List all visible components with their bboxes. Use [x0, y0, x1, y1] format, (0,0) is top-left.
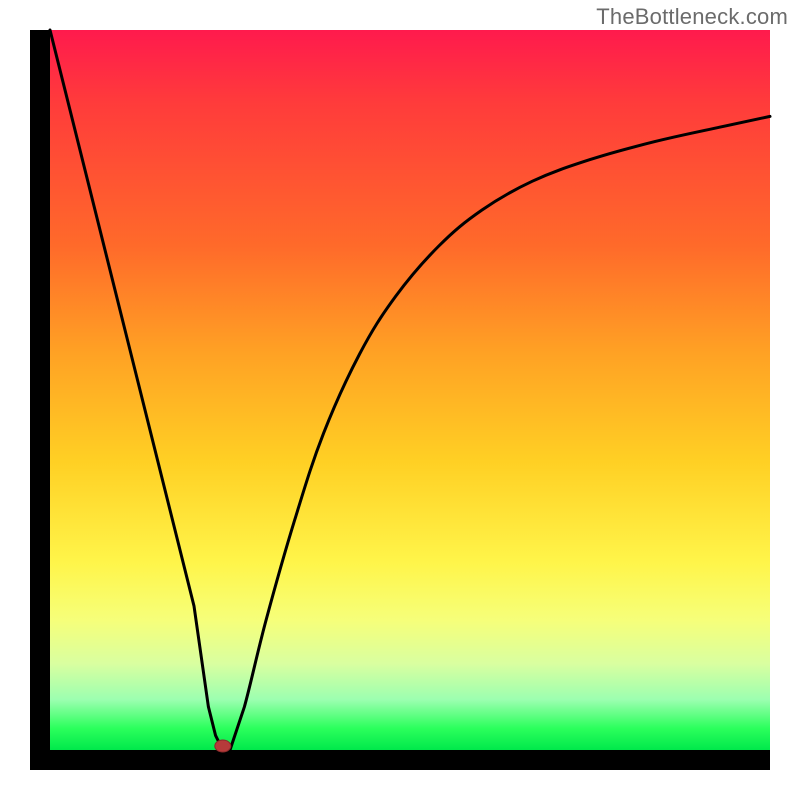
chart-marker — [215, 740, 231, 752]
chart-plot-area — [50, 30, 770, 750]
watermark-text: TheBottleneck.com — [596, 4, 788, 30]
chart-container: TheBottleneck.com — [0, 0, 800, 800]
chart-frame — [30, 30, 770, 770]
chart-svg — [50, 30, 770, 750]
chart-line — [50, 30, 770, 750]
